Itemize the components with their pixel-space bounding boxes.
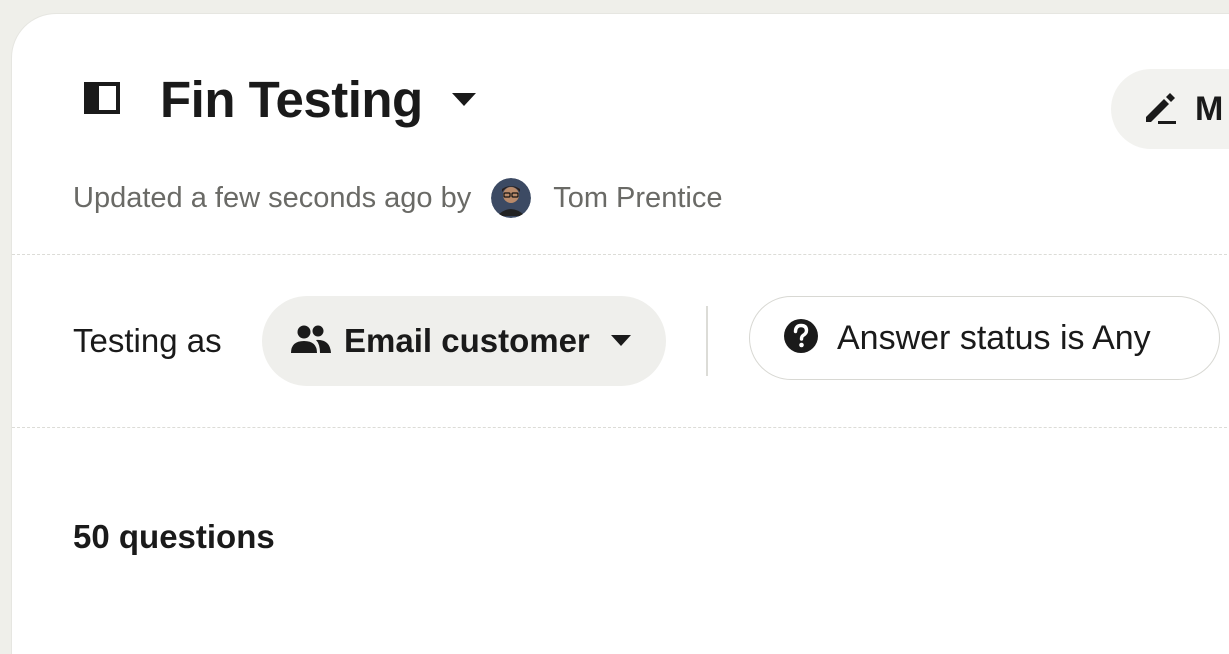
page-title-dropdown[interactable]: Fin Testing bbox=[160, 70, 477, 130]
page-title: Fin Testing bbox=[160, 71, 423, 128]
people-icon bbox=[290, 323, 332, 360]
edit-button[interactable]: M bbox=[1111, 69, 1229, 149]
question-count: 50 questions bbox=[73, 518, 275, 555]
sidebar-toggle-button[interactable] bbox=[82, 80, 122, 120]
answer-status-filter-label: Answer status is Any bbox=[837, 318, 1151, 357]
testing-as-label: Testing as bbox=[73, 322, 222, 359]
updated-meta: Updated a few seconds ago by Tom Prentic… bbox=[73, 178, 722, 218]
answer-status-filter[interactable]: Answer status is Any bbox=[749, 296, 1220, 380]
header-divider bbox=[12, 254, 1229, 255]
caret-down-icon bbox=[451, 92, 477, 108]
caret-down-icon bbox=[610, 334, 632, 348]
sidebar-toggle-icon bbox=[84, 81, 120, 119]
persona-select[interactable]: Email customer bbox=[262, 296, 666, 386]
toolbar-bottom-divider bbox=[12, 427, 1229, 428]
updated-text: Updated a few seconds ago by bbox=[73, 181, 472, 214]
edit-button-label: M bbox=[1195, 89, 1224, 128]
toolbar-divider bbox=[706, 306, 708, 376]
persona-select-value: Email customer bbox=[344, 322, 590, 359]
pencil-icon bbox=[1141, 88, 1179, 131]
question-circle-icon bbox=[783, 318, 819, 359]
avatar[interactable] bbox=[491, 178, 532, 218]
author-name[interactable]: Tom Prentice bbox=[553, 182, 722, 215]
